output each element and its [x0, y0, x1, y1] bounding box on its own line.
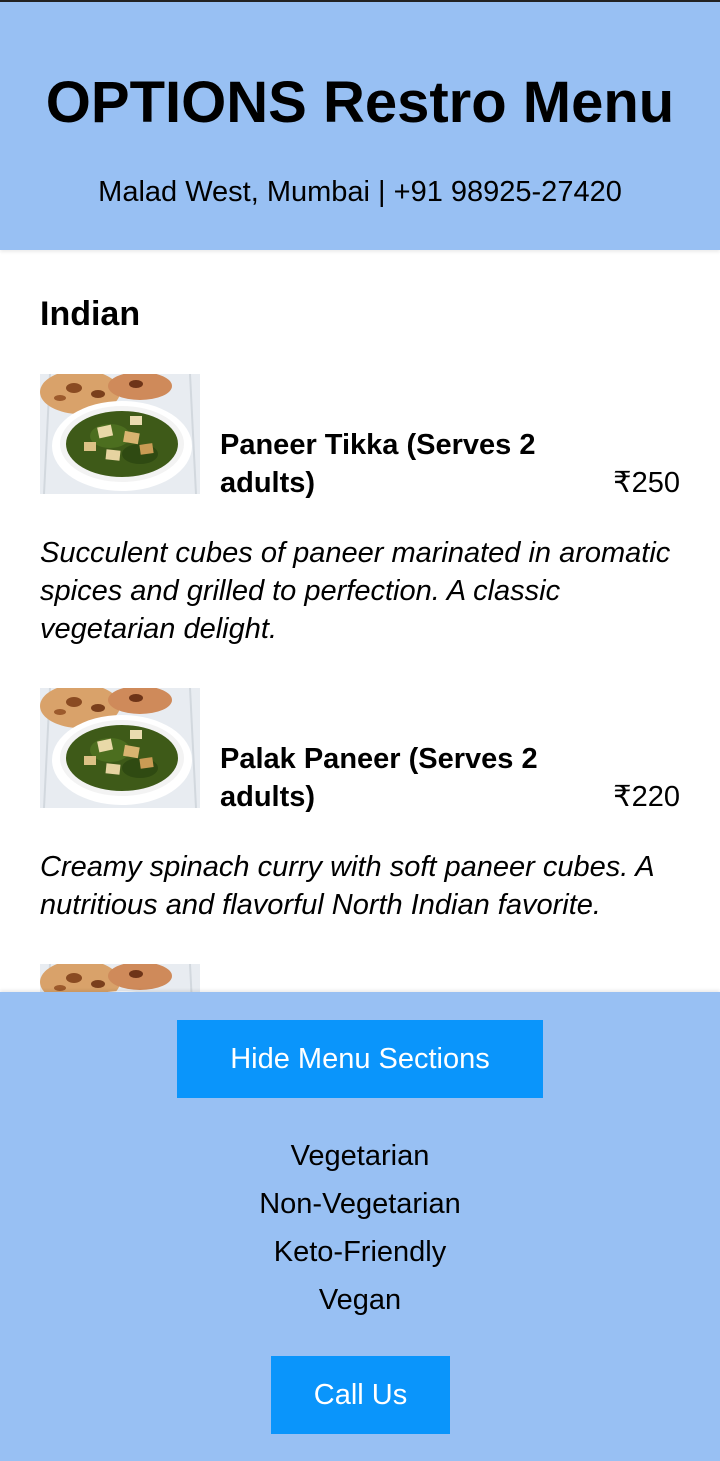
section-link-vegetarian[interactable]: Vegetarian	[0, 1132, 720, 1180]
call-us-button[interactable]: Call Us	[271, 1356, 450, 1434]
section-title: Indian	[40, 295, 141, 333]
item-name: Paneer Tikka (Serves 2 adults)	[220, 429, 536, 499]
page-title: OPTIONS Restro Menu	[45, 70, 675, 135]
item-price: ₹250	[613, 467, 680, 499]
menu-content[interactable]: Indian Paneer Tikka (Serves 2 adults) ₹2…	[0, 250, 720, 992]
site-header: OPTIONS Restro Menu Malad West, Mumbai |…	[0, 2, 720, 250]
hide-menu-sections-button[interactable]: Hide Menu Sections	[177, 1020, 543, 1098]
section-link-keto-friendly[interactable]: Keto-Friendly	[0, 1228, 720, 1276]
dish-image	[40, 688, 200, 808]
menu-sections-panel: Hide Menu Sections Vegetarian Non-Vegeta…	[0, 992, 720, 1461]
item-name: Palak Paneer (Serves 2 adults)	[220, 743, 538, 813]
location-phone-line: Malad West, Mumbai | +91 98925-27420	[98, 176, 622, 208]
dish-image	[40, 964, 200, 992]
section-link-non-vegetarian[interactable]: Non-Vegetarian	[0, 1180, 720, 1228]
section-link-vegan[interactable]: Vegan	[0, 1276, 720, 1324]
menu-page: OPTIONS Restro Menu Malad West, Mumbai |…	[0, 0, 720, 1461]
dish-image	[40, 374, 200, 494]
item-price: ₹220	[613, 781, 680, 813]
menu-section-list: Vegetarian Non-Vegetarian Keto-Friendly …	[0, 1132, 720, 1324]
item-description: Succulent cubes of paneer marinated in a…	[40, 537, 671, 645]
item-description: Creamy spinach curry with soft paneer cu…	[40, 851, 654, 921]
